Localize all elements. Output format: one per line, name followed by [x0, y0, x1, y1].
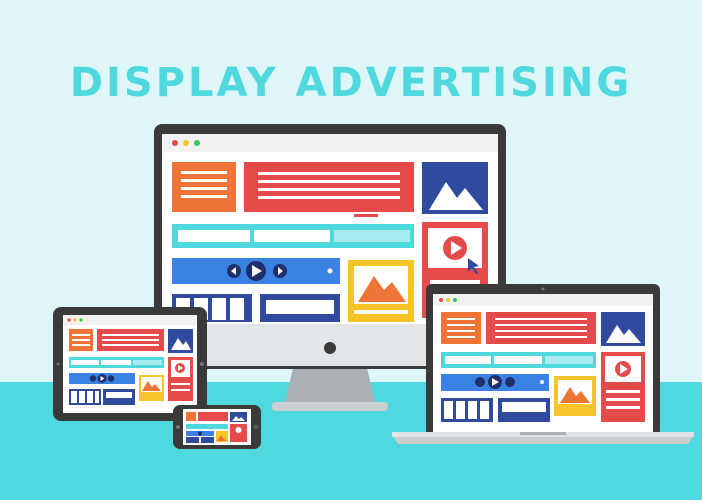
- laptop-graphic: [392, 284, 694, 444]
- laptop-screen: [433, 294, 653, 434]
- tablet-graphic: [53, 307, 207, 421]
- page-title: DISPLAY ADVERTISING: [69, 60, 633, 106]
- laptop: [392, 284, 694, 446]
- smartphone: [173, 405, 261, 449]
- illustration-scene: DISPLAY ADVERTISING: [0, 0, 702, 500]
- tablet: [53, 307, 207, 421]
- tablet-screen: [63, 315, 197, 413]
- smartphone-screen: [183, 409, 251, 445]
- power-button-icon: [324, 342, 336, 354]
- smartphone-graphic: [173, 405, 261, 449]
